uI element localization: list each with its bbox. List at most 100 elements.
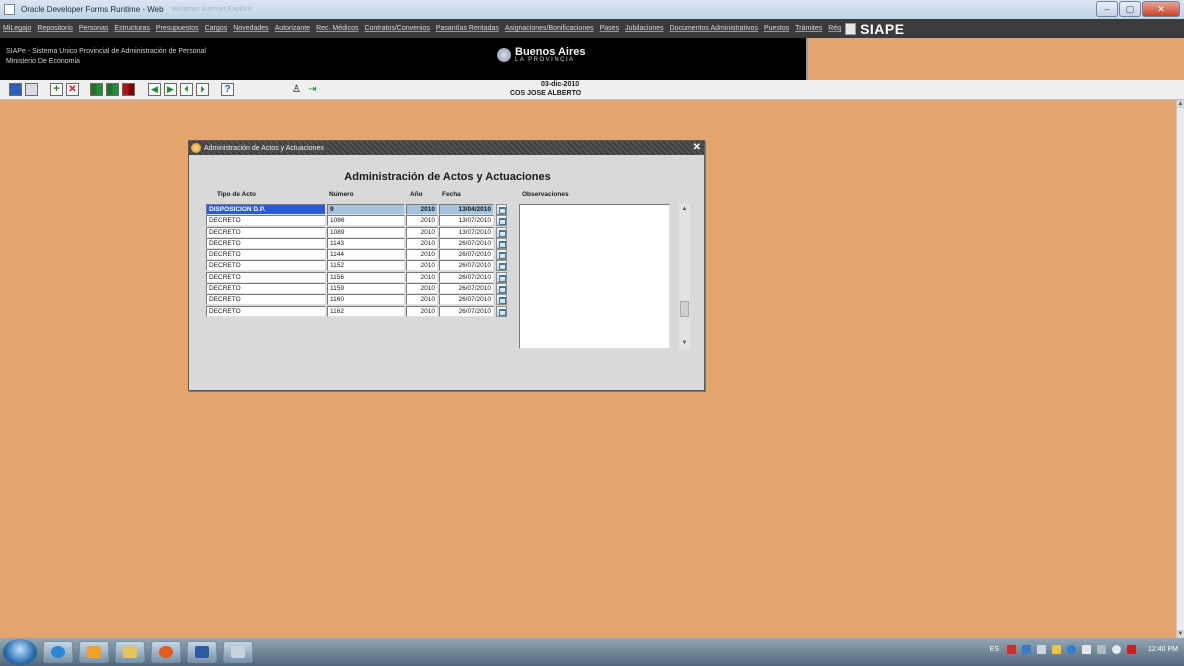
close-window-button[interactable]: ✕: [1142, 1, 1180, 17]
fecha-field[interactable]: 26/07/2010: [439, 249, 494, 261]
tray-app-icon[interactable]: [1007, 645, 1017, 654]
maximize-button[interactable]: ▢: [1119, 1, 1141, 17]
menu-tramites[interactable]: Trámites: [792, 25, 825, 32]
menu-milegajo[interactable]: MiLegajo: [0, 25, 34, 32]
table-row[interactable]: DECRETO 1156 2010 26/07/2010: [206, 271, 507, 283]
anio-field[interactable]: 2010: [406, 249, 438, 261]
calendar-icon[interactable]: [496, 215, 507, 227]
taskbar-folder-button[interactable]: [115, 641, 145, 663]
numero-field[interactable]: 1160: [327, 294, 405, 306]
anio-field[interactable]: 2010: [406, 271, 438, 283]
scroll-up-icon[interactable]: ▲: [679, 204, 690, 215]
tipo-acto-field[interactable]: DECRETO: [206, 283, 326, 295]
fecha-field[interactable]: 13/04/2010: [439, 204, 494, 215]
table-row[interactable]: DECRETO 1089 2010 13/07/2010: [206, 226, 507, 238]
numero-field[interactable]: 1143: [327, 237, 405, 249]
menu-autorizante[interactable]: Autorizante: [272, 25, 313, 32]
calendar-icon[interactable]: [496, 226, 507, 238]
insert-record-icon[interactable]: +: [50, 83, 63, 96]
last-record-icon[interactable]: ⏵: [196, 83, 209, 96]
menu-documentos[interactable]: Documentos Administrativos: [667, 25, 761, 32]
numero-field[interactable]: 1159: [327, 283, 405, 295]
language-indicator[interactable]: ES: [990, 646, 999, 653]
fecha-field[interactable]: 26/07/2010: [439, 305, 494, 317]
user-icon[interactable]: ♙: [290, 83, 303, 96]
menu-cargos[interactable]: Cargos: [202, 25, 231, 32]
menu-rec-medicos[interactable]: Rec. Médicos: [313, 25, 361, 32]
system-clock[interactable]: 12:40 PM: [1148, 646, 1178, 653]
menu-overflow-button[interactable]: [845, 22, 857, 35]
anio-field[interactable]: 2010: [406, 294, 438, 306]
anio-field[interactable]: 2010: [406, 305, 438, 317]
tray-app-icon[interactable]: [1052, 645, 1062, 654]
scroll-down-icon[interactable]: ▼: [679, 338, 690, 349]
tipo-acto-field[interactable]: DECRETO: [206, 294, 326, 306]
tray-app-icon[interactable]: [1022, 645, 1032, 654]
table-row[interactable]: DISPOSICION D.P. 9 2010 13/04/2010: [206, 204, 507, 215]
calendar-icon[interactable]: [496, 249, 507, 261]
fecha-field[interactable]: 26/07/2010: [439, 283, 494, 295]
menu-pasantias[interactable]: Pasantías Rentadas: [433, 25, 502, 32]
tray-app-icon[interactable]: [1097, 645, 1107, 654]
taskbar-java-button[interactable]: [223, 641, 253, 663]
menu-presupuestos[interactable]: Presupuestos: [153, 25, 202, 32]
fecha-field[interactable]: 13/07/2010: [439, 226, 494, 238]
menu-pases[interactable]: Pases: [597, 25, 622, 32]
calendar-icon[interactable]: [496, 204, 507, 215]
tipo-acto-field[interactable]: DECRETO: [206, 271, 326, 283]
menu-puestos[interactable]: Puestos: [761, 25, 792, 32]
network-icon[interactable]: [1037, 645, 1047, 654]
delete-record-icon[interactable]: ✕: [66, 83, 79, 96]
table-row[interactable]: DECRETO 1086 2010 13/07/2010: [206, 215, 507, 227]
menu-novedades[interactable]: Novedades: [230, 25, 271, 32]
fecha-field[interactable]: 13/07/2010: [439, 215, 494, 227]
taskbar-word-button[interactable]: [187, 641, 217, 663]
start-button[interactable]: [3, 639, 37, 665]
tipo-acto-field[interactable]: DISPOSICION D.P.: [206, 204, 326, 215]
enter-query-icon[interactable]: [90, 83, 103, 96]
observaciones-scrollbar[interactable]: ▲ ▼: [679, 204, 690, 349]
table-row[interactable]: DECRETO 1159 2010 26/07/2010: [206, 283, 507, 295]
taskbar-ie-button[interactable]: [43, 641, 73, 663]
anio-field[interactable]: 2010: [406, 237, 438, 249]
tipo-acto-field[interactable]: DECRETO: [206, 305, 326, 317]
numero-field[interactable]: 9: [327, 204, 405, 215]
next-record-icon[interactable]: ▶: [164, 83, 177, 96]
exit-icon[interactable]: ⇥: [306, 83, 319, 96]
menu-asignaciones[interactable]: Asignaciones/Bonificaciones: [502, 25, 597, 32]
menu-req[interactable]: Réq: [825, 25, 844, 32]
anio-field[interactable]: 2010: [406, 215, 438, 227]
table-row[interactable]: DECRETO 1152 2010 26/07/2010: [206, 260, 507, 272]
anio-field[interactable]: 2010: [406, 283, 438, 295]
fecha-field[interactable]: 26/07/2010: [439, 271, 494, 283]
previous-record-icon[interactable]: ⏴: [180, 83, 193, 96]
scroll-thumb[interactable]: [680, 301, 689, 317]
table-row[interactable]: DECRETO 1160 2010 26/07/2010: [206, 294, 507, 306]
menu-estructuras[interactable]: Estructuras: [111, 25, 152, 32]
first-record-icon[interactable]: ◀: [148, 83, 161, 96]
observaciones-textarea[interactable]: [519, 204, 670, 349]
cancel-query-icon[interactable]: [122, 83, 135, 96]
calendar-icon[interactable]: [496, 294, 507, 306]
scroll-down-icon[interactable]: ▼: [1177, 630, 1184, 638]
tipo-acto-field[interactable]: DECRETO: [206, 237, 326, 249]
taskbar-app-button[interactable]: [79, 641, 109, 663]
fecha-field[interactable]: 26/07/2010: [439, 260, 494, 272]
numero-field[interactable]: 1162: [327, 305, 405, 317]
menu-contratos[interactable]: Contratos/Convenios: [361, 25, 432, 32]
volume-icon[interactable]: [1112, 645, 1122, 654]
numero-field[interactable]: 1156: [327, 271, 405, 283]
tipo-acto-field[interactable]: DECRETO: [206, 260, 326, 272]
tray-app-icon[interactable]: [1082, 645, 1092, 654]
anio-field[interactable]: 2010: [406, 260, 438, 272]
execute-query-icon[interactable]: [106, 83, 119, 96]
print-icon[interactable]: [25, 83, 38, 96]
tray-app-icon[interactable]: [1067, 645, 1077, 654]
antivirus-icon[interactable]: [1127, 645, 1137, 654]
anio-field[interactable]: 2010: [406, 226, 438, 238]
menu-repositorio[interactable]: Repositorio: [34, 25, 75, 32]
tipo-acto-field[interactable]: DECRETO: [206, 226, 326, 238]
table-row[interactable]: DECRETO 1143 2010 26/07/2010: [206, 237, 507, 249]
table-row[interactable]: DECRETO 1162 2010 26/07/2010: [206, 305, 507, 317]
numero-field[interactable]: 1089: [327, 226, 405, 238]
